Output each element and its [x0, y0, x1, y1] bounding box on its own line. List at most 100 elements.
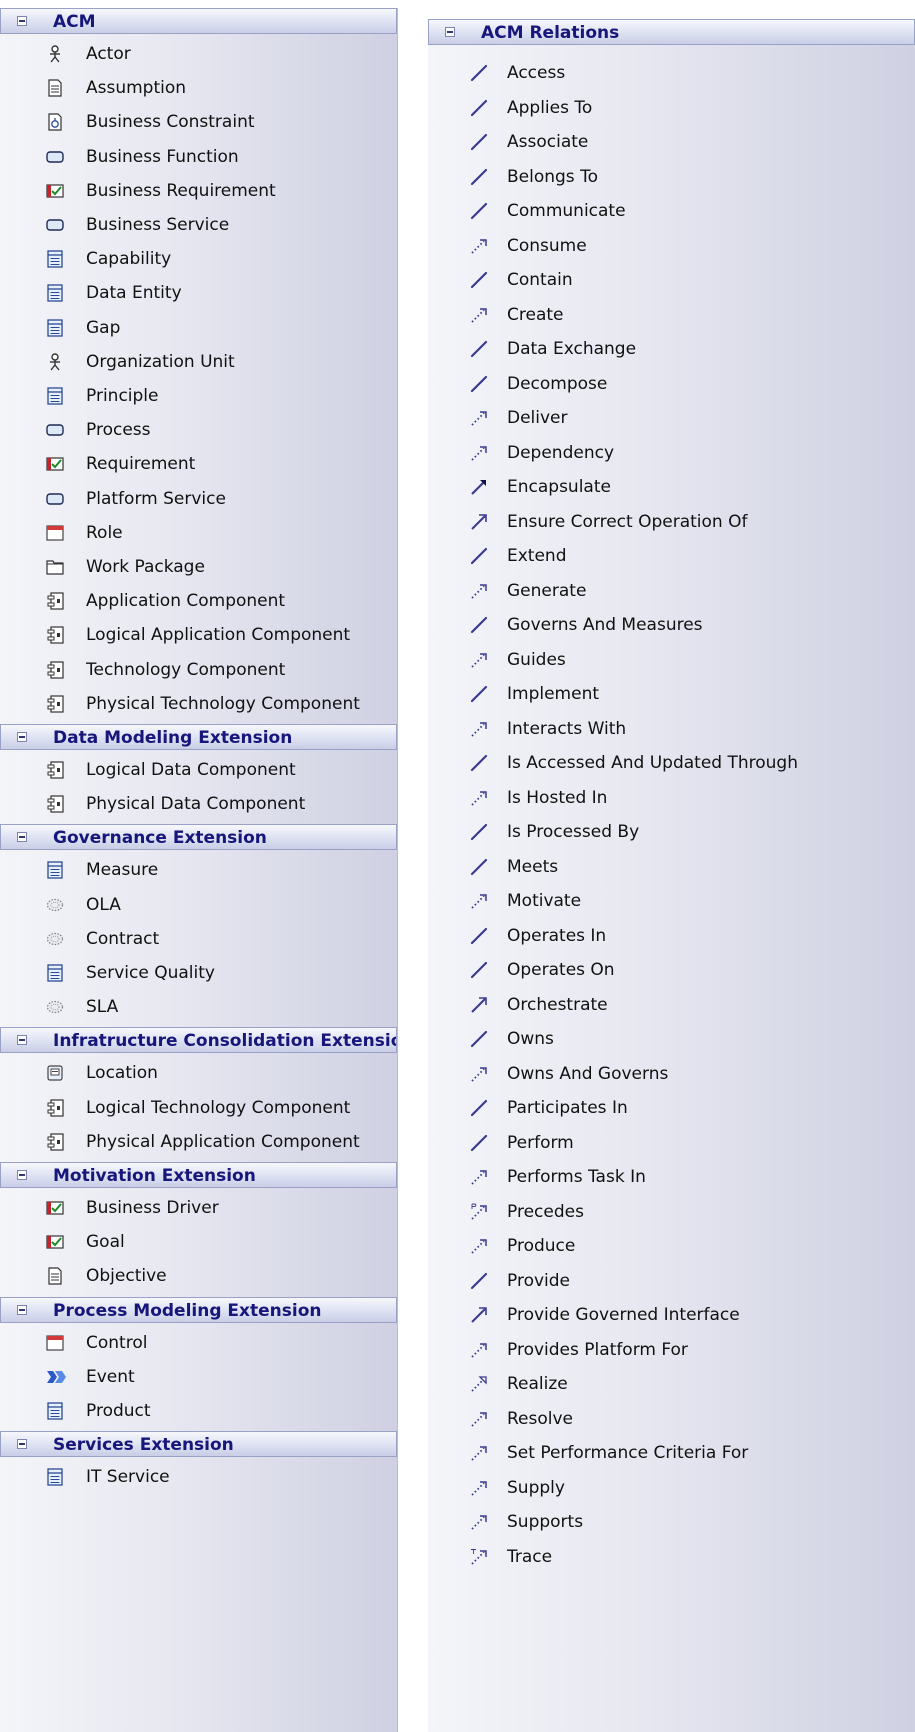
category-header-governance-extension[interactable]: Governance Extension	[0, 824, 397, 851]
collapse-toggle-icon[interactable]	[17, 832, 27, 843]
category-header-services-extension[interactable]: Services Extension	[0, 1431, 397, 1458]
toolbox-item-it-service[interactable]: IT Service	[0, 1461, 397, 1493]
toolbox-item-capability[interactable]: Capability	[0, 243, 397, 275]
collapse-toggle-icon[interactable]	[17, 1304, 27, 1315]
toolbox-item-orchestrate[interactable]: Orchestrate	[428, 989, 915, 1021]
toolbox-item-ensure-correct-operation-of[interactable]: Ensure Correct Operation Of	[428, 506, 915, 538]
toolbox-item-logical-technology-component[interactable]: Logical Technology Component	[0, 1092, 397, 1124]
toolbox-item-application-component[interactable]: Application Component	[0, 585, 397, 617]
toolbox-item-motivate[interactable]: Motivate	[428, 885, 915, 917]
toolbox-item-consume[interactable]: Consume	[428, 230, 915, 262]
toolbox-item-belongs-to[interactable]: Belongs To	[428, 161, 915, 193]
toolbox-item-associate[interactable]: Associate	[428, 126, 915, 158]
category-header-acm-relations[interactable]: ACM Relations	[428, 19, 915, 45]
toolbox-item-encapsulate[interactable]: Encapsulate	[428, 471, 915, 503]
toolbox-item-supports[interactable]: Supports	[428, 1506, 915, 1538]
toolbox-item-organization-unit[interactable]: Organization Unit	[0, 346, 397, 378]
toolbox-item-is-hosted-in[interactable]: Is Hosted In	[428, 782, 915, 814]
toolbox-item-technology-component[interactable]: Technology Component	[0, 654, 397, 686]
toolbox-item-physical-data-component[interactable]: Physical Data Component	[0, 788, 397, 820]
toolbox-item-assumption[interactable]: Assumption	[0, 72, 397, 104]
toolbox-item-location[interactable]: Location	[0, 1057, 397, 1089]
collapse-toggle-icon[interactable]	[17, 1035, 27, 1046]
toolbox-item-event[interactable]: Event	[0, 1361, 397, 1393]
toolbox-item-generate[interactable]: Generate	[428, 575, 915, 607]
toolbox-item-dependency[interactable]: Dependency	[428, 437, 915, 469]
toolbox-item-produce[interactable]: Produce	[428, 1230, 915, 1262]
toolbox-item-role[interactable]: Role	[0, 517, 397, 549]
toolbox-item-business-requirement[interactable]: Business Requirement	[0, 175, 397, 207]
toolbox-item-create[interactable]: Create	[428, 299, 915, 331]
toolbox-item-principle[interactable]: Principle	[0, 380, 397, 412]
toolbox-item-provides-platform-for[interactable]: Provides Platform For	[428, 1334, 915, 1366]
toolbox-item-trace[interactable]: Trace	[428, 1541, 915, 1573]
toolbox-item-data-exchange[interactable]: Data Exchange	[428, 333, 915, 365]
toolbox-item-goal[interactable]: Goal	[0, 1226, 397, 1258]
toolbox-item-objective[interactable]: Objective	[0, 1260, 397, 1292]
toolbox-item-interacts-with[interactable]: Interacts With	[428, 713, 915, 745]
toolbox-item-participates-in[interactable]: Participates In	[428, 1092, 915, 1124]
toolbox-item-sla[interactable]: SLA	[0, 991, 397, 1023]
toolbox-item-decompose[interactable]: Decompose	[428, 368, 915, 400]
toolbox-item-gap[interactable]: Gap	[0, 312, 397, 344]
toolbox-item-supply[interactable]: Supply	[428, 1472, 915, 1504]
toolbox-item-contract[interactable]: Contract	[0, 923, 397, 955]
toolbox-item-implement[interactable]: Implement	[428, 678, 915, 710]
toolbox-item-actor[interactable]: Actor	[0, 38, 397, 70]
toolbox-item-extend[interactable]: Extend	[428, 540, 915, 572]
toolbox-item-business-driver[interactable]: Business Driver	[0, 1192, 397, 1224]
toolbox-item-control[interactable]: Control	[0, 1327, 397, 1359]
collapse-toggle-icon[interactable]	[17, 1170, 27, 1180]
toolbox-item-meets[interactable]: Meets	[428, 851, 915, 883]
toolbox-item-platform-service[interactable]: Platform Service	[0, 483, 397, 515]
toolbox-item-deliver[interactable]: Deliver	[428, 402, 915, 434]
toolbox-item-service-quality[interactable]: Service Quality	[0, 957, 397, 989]
toolbox-item-logical-data-component[interactable]: Logical Data Component	[0, 754, 397, 786]
toolbox-item-work-package[interactable]: Work Package	[0, 551, 397, 583]
toolbox-item-business-function[interactable]: Business Function	[0, 141, 397, 173]
toolbox-item-logical-application-component[interactable]: Logical Application Component	[0, 619, 397, 651]
toolbox-item-performs-task-in[interactable]: Performs Task In	[428, 1161, 915, 1193]
toolbox-item-product[interactable]: Product	[0, 1395, 397, 1427]
category-header-infratructure-consolidation-extension[interactable]: Infratructure Consolidation Extension	[0, 1027, 397, 1054]
toolbox-item-measure[interactable]: Measure	[0, 854, 397, 886]
toolbox-item-access[interactable]: Access	[428, 57, 915, 89]
toolbox-item-owns-and-governs[interactable]: Owns And Governs	[428, 1058, 915, 1090]
toolbox-item-operates-on[interactable]: Operates On	[428, 954, 915, 986]
toolbox-item-physical-technology-component[interactable]: Physical Technology Component	[0, 688, 397, 720]
collapse-toggle-icon[interactable]	[17, 1439, 27, 1450]
category-header-acm[interactable]: ACM	[0, 8, 397, 34]
toolbox-item-business-service[interactable]: Business Service	[0, 209, 397, 241]
rounded-box-icon	[46, 490, 64, 508]
toolbox-item-physical-application-component[interactable]: Physical Application Component	[0, 1126, 397, 1158]
toolbox-item-precedes[interactable]: Precedes	[428, 1196, 915, 1228]
toolbox-item-contain[interactable]: Contain	[428, 264, 915, 296]
category-header-data-modeling-extension[interactable]: Data Modeling Extension	[0, 724, 397, 750]
toolbox-item-operates-in[interactable]: Operates In	[428, 920, 915, 952]
toolbox-item-provide-governed-interface[interactable]: Provide Governed Interface	[428, 1299, 915, 1331]
toolbox-item-is-accessed-and-updated-through[interactable]: Is Accessed And Updated Through	[428, 747, 915, 779]
toolbox-item-ola[interactable]: OLA	[0, 889, 397, 921]
toolbox-item-owns[interactable]: Owns	[428, 1023, 915, 1055]
category-header-process-modeling-extension[interactable]: Process Modeling Extension	[0, 1296, 397, 1323]
toolbox-item-is-processed-by[interactable]: Is Processed By	[428, 816, 915, 848]
collapse-toggle-icon[interactable]	[17, 16, 27, 26]
toolbox-item-perform[interactable]: Perform	[428, 1127, 915, 1159]
toolbox-item-realize[interactable]: Realize	[428, 1368, 915, 1400]
toolbox-item-guides[interactable]: Guides	[428, 644, 915, 676]
category-header-motivation-extension[interactable]: Motivation Extension	[0, 1162, 397, 1188]
toolbox-item-governs-and-measures[interactable]: Governs And Measures	[428, 609, 915, 641]
toolbox-item-process[interactable]: Process	[0, 414, 397, 446]
toolbox-item-applies-to[interactable]: Applies To	[428, 92, 915, 124]
toolbox-item-business-constraint[interactable]: Business Constraint	[0, 106, 397, 138]
collapse-toggle-icon[interactable]	[445, 27, 455, 37]
toolbox-item-communicate[interactable]: Communicate	[428, 195, 915, 227]
toolbox-item-set-performance-criteria-for[interactable]: Set Performance Criteria For	[428, 1437, 915, 1469]
toolbox-item-provide[interactable]: Provide	[428, 1265, 915, 1297]
solid-line-icon	[470, 168, 488, 186]
toolbox-item-data-entity[interactable]: Data Entity	[0, 277, 397, 309]
toolbox-item-requirement[interactable]: Requirement	[0, 448, 397, 480]
toolbox-item-resolve[interactable]: Resolve	[428, 1403, 915, 1435]
toolbox-item-label: Business Function	[86, 147, 239, 167]
collapse-toggle-icon[interactable]	[17, 732, 27, 742]
